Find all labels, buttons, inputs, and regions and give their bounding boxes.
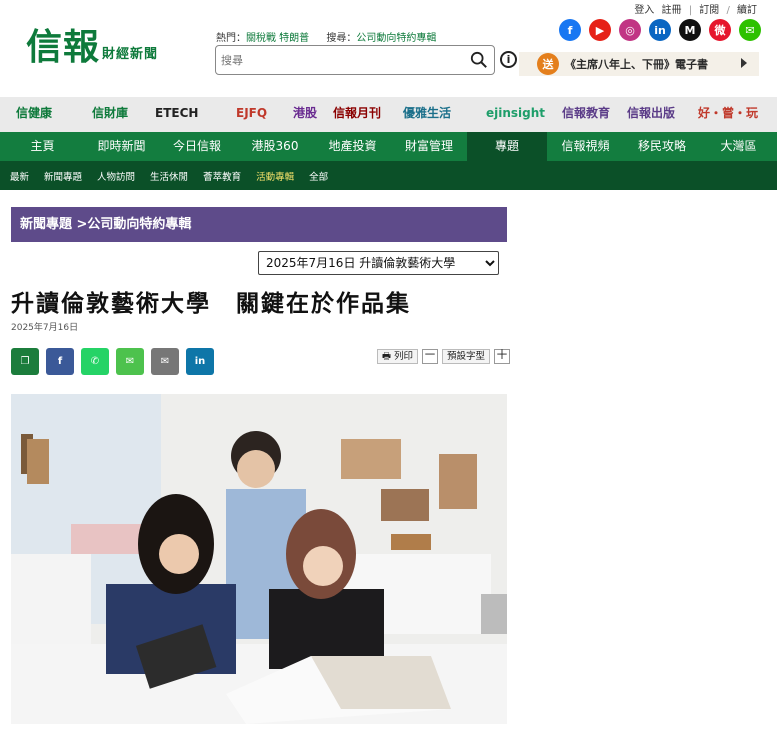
promo-text: 《主席八年上、下冊》電子書 — [565, 58, 708, 71]
brand-link-2[interactable]: ETECH — [155, 103, 198, 123]
main-nav: 主頁 即時新聞 今日信報 港股360 地產投資 財富管理 專題 信報視頻 移民攻略 大灣區 — [0, 132, 777, 161]
nav-item-5[interactable]: 財富管理 — [391, 132, 467, 161]
brand-link-8[interactable]: 信報教育 — [562, 103, 610, 123]
medium-icon[interactable]: M — [679, 19, 701, 41]
renew-link[interactable]: 續訂 — [737, 5, 757, 16]
login-link[interactable]: 登入 — [634, 5, 654, 16]
share-whatsapp-button[interactable]: ✆ — [81, 348, 109, 375]
font-default-button[interactable]: 預設字型 — [442, 349, 491, 364]
nav-item-8[interactable]: 移民攻略 — [624, 132, 700, 161]
photo-illustration — [11, 394, 507, 724]
wechat-icon[interactable]: ✉ — [739, 19, 761, 41]
logo-sub-text: 財經新聞 — [102, 47, 159, 62]
sub-nav-item-1[interactable]: 新聞專題 — [44, 169, 82, 183]
share-copy-link-button[interactable]: ❐ — [11, 348, 39, 375]
nav-item-0[interactable]: 主頁 — [0, 132, 85, 161]
brand-link-0[interactable]: 信健康 — [16, 103, 52, 123]
article-tools: 🖶 列印 － 預設字型 ＋ — [377, 349, 511, 364]
linkedin-icon[interactable]: in — [649, 19, 671, 41]
sub-nav-item-5[interactable]: 活動專輯 — [256, 169, 294, 183]
printer-icon: 🖶 — [382, 351, 391, 362]
hot-label: 熱門： — [216, 33, 246, 44]
print-label: 列印 — [394, 351, 414, 362]
social-links: f ▶ ◎ in M 微 ✉ — [559, 19, 761, 41]
publish-date: 2025年7月16日 — [11, 323, 79, 333]
breadcrumb[interactable]: 新聞專題 >公司動向特約專輯 — [11, 207, 507, 242]
brand-link-3[interactable]: EJFQ — [236, 103, 267, 123]
share-email-button[interactable]: ✉ — [151, 348, 179, 375]
search-icon[interactable] — [470, 51, 488, 69]
account-links: 登入 註冊 | 訂閱 / 續訂 — [630, 1, 757, 16]
weibo-icon[interactable]: 微 — [709, 19, 731, 41]
divider: / — [726, 5, 730, 16]
article-photo — [11, 394, 507, 724]
font-increase-button[interactable]: ＋ — [494, 349, 511, 364]
search-keyword-link[interactable]: 公司動向特約專輯 — [356, 33, 436, 44]
article-date-select[interactable]: 2025年7月16日 升讀倫敦藝術大學 — [258, 251, 499, 275]
search-box — [215, 45, 495, 75]
sub-nav: 最新 新聞專題 人物訪問 生活休閒 薈萃教育 活動專輯 全部 — [0, 161, 777, 190]
instagram-icon[interactable]: ◎ — [619, 19, 641, 41]
brand-link-6[interactable]: 優雅生活 — [403, 103, 451, 123]
youtube-icon[interactable]: ▶ — [589, 19, 611, 41]
nav-item-7[interactable]: 信報視頻 — [547, 132, 624, 161]
chevron-right-icon — [741, 58, 747, 68]
brand-link-9[interactable]: 信報出版 — [627, 103, 675, 123]
search-input[interactable] — [216, 46, 456, 74]
brand-link-1[interactable]: 信財庫 — [92, 103, 128, 123]
ebook-promo-banner[interactable]: 送 《主席八年上、下冊》電子書 — [519, 52, 759, 76]
nav-item-3[interactable]: 港股360 — [236, 132, 314, 161]
logo-main-text: 信報 — [26, 26, 101, 68]
sub-nav-item-2[interactable]: 人物訪問 — [97, 169, 135, 183]
info-icon[interactable]: i — [500, 51, 517, 68]
register-link[interactable]: 註冊 — [662, 5, 682, 16]
nav-item-4[interactable]: 地產投資 — [314, 132, 391, 161]
sub-nav-item-4[interactable]: 薈萃教育 — [203, 169, 241, 183]
nav-item-1[interactable]: 即時新聞 — [85, 132, 158, 161]
share-wechat-button[interactable]: ✉ — [116, 348, 144, 375]
nav-item-2[interactable]: 今日信報 — [158, 132, 236, 161]
font-decrease-button[interactable]: － — [422, 349, 439, 364]
brand-strip: 信健康 信財庫 ETECH EJFQ 港股 信報月刊 優雅生活 ejinsight 信報教育 信報… — [0, 97, 777, 132]
share-facebook-button[interactable]: f — [46, 348, 74, 375]
print-button[interactable]: 🖶 列印 — [377, 349, 419, 364]
brand-link-10[interactable]: 好・嘗・玩 — [698, 103, 758, 123]
facebook-icon[interactable]: f — [559, 19, 581, 41]
share-buttons: ❐ f ✆ ✉ ✉ in — [11, 348, 214, 375]
divider: | — [688, 5, 693, 16]
sub-nav-item-6[interactable]: 全部 — [309, 169, 328, 183]
sub-nav-item-0[interactable]: 最新 — [10, 169, 29, 183]
hot-keywords: 熱門：關稅戰 特朗普 搜尋：公司動向特約專輯 — [216, 29, 450, 44]
brand-link-5[interactable]: 信報月刊 — [333, 103, 381, 123]
brand-link-4[interactable]: 港股 — [293, 103, 317, 123]
search-label: 搜尋： — [326, 33, 357, 44]
site-logo[interactable]: 信報 財經新聞 — [26, 27, 158, 67]
hot-keyword-link[interactable]: 關稅戰 特朗普 — [246, 33, 309, 44]
nav-item-6[interactable]: 專題 — [467, 132, 547, 161]
gift-badge: 送 — [537, 53, 559, 75]
brand-link-7[interactable]: ejinsight — [486, 103, 545, 123]
subscribe-link[interactable]: 訂閱 — [699, 5, 719, 16]
nav-item-9[interactable]: 大灣區 — [700, 132, 777, 161]
article-headline: 升讀倫敦藝術大學 關鍵在於作品集 — [11, 291, 411, 317]
sub-nav-item-3[interactable]: 生活休閒 — [150, 169, 188, 183]
share-linkedin-button[interactable]: in — [186, 348, 214, 375]
